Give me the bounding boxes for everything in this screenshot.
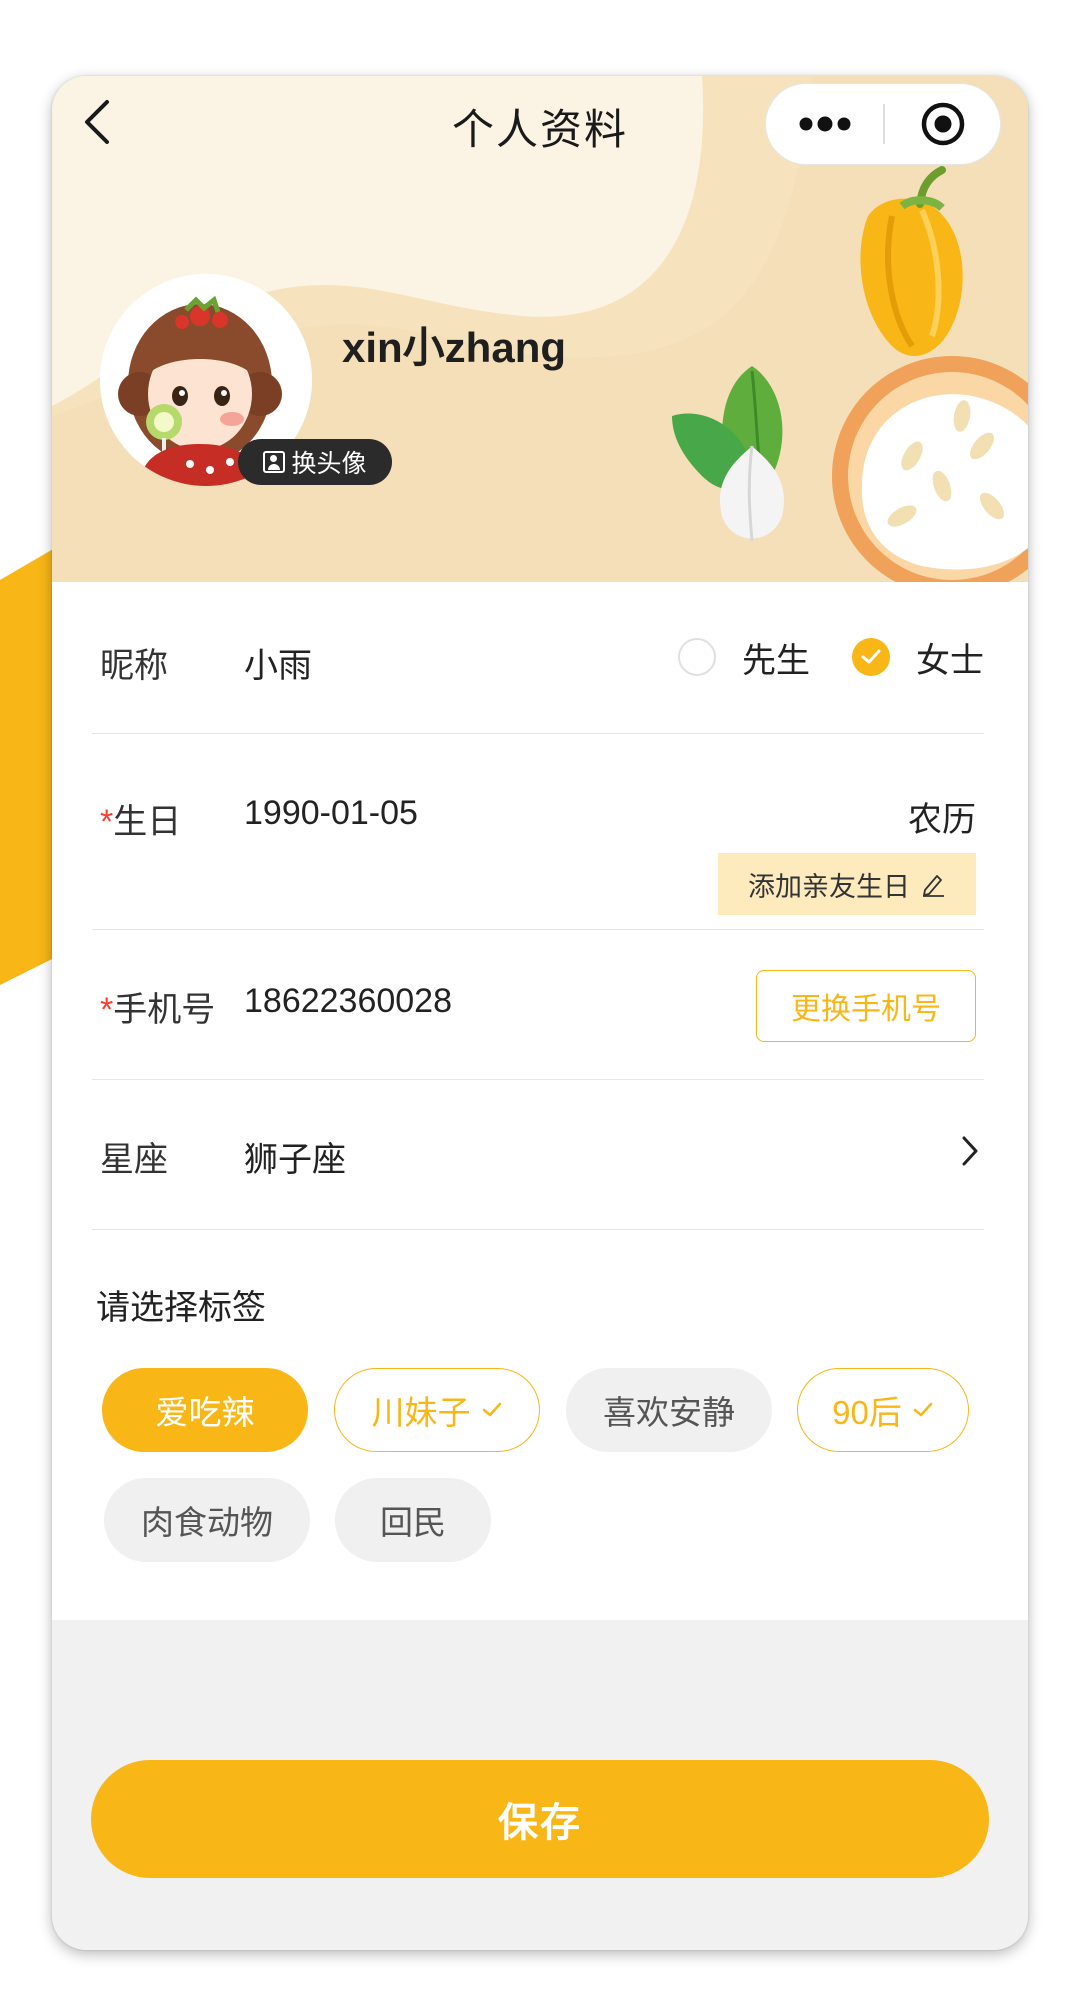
close-capsule-button[interactable] (885, 84, 1000, 164)
gender-radio-mr[interactable] (678, 638, 716, 676)
required-mark: * (100, 991, 114, 1029)
constellation-row[interactable]: 星座 狮子座 (92, 1080, 984, 1230)
gender-radio-ms[interactable] (852, 638, 890, 676)
pencil-icon (923, 875, 944, 897)
screen: 个人资料 xin小zhang 换头像 昵称 小雨 先生 女士 *生日 1990-… (0, 0, 1080, 2007)
more-icon (799, 116, 850, 132)
check-icon (861, 649, 881, 664)
save-button[interactable]: 保存 (91, 1760, 989, 1878)
birthday-row: *生日 1990-01-05 农历 添加亲友生日 (92, 734, 984, 930)
tag-item[interactable]: 喜欢安静 (566, 1368, 772, 1452)
tag-item[interactable]: 川妹子 (334, 1368, 540, 1452)
birthday-input[interactable]: 1990-01-05 (244, 794, 418, 833)
change-phone-button[interactable]: 更换手机号 (756, 970, 976, 1042)
close-capsule-icon (921, 102, 964, 146)
gender-selector: 先生 女士 (678, 632, 984, 682)
tag-item[interactable]: 肉食动物 (104, 1478, 310, 1562)
tag-item[interactable]: 回民 (335, 1478, 491, 1562)
required-mark: * (100, 803, 114, 841)
lunar-calendar-toggle[interactable]: 农历 (908, 792, 976, 841)
birthday-label: *生日 (100, 803, 182, 841)
gender-option-mr[interactable]: 先生 (742, 633, 810, 682)
tags-title: 请选择标签 (96, 1289, 266, 1327)
chevron-right-icon (962, 1136, 978, 1166)
change-avatar-label: 换头像 (291, 450, 367, 478)
tag-item[interactable]: 90后 (797, 1368, 969, 1452)
profile-banner: 个人资料 xin小zhang 换头像 (52, 76, 1028, 582)
phone-row: *手机号 18622360028 更换手机号 (92, 930, 984, 1080)
nickname-row: 昵称 小雨 先生 女士 (92, 582, 984, 734)
phone-label: *手机号 (100, 991, 216, 1029)
more-button[interactable] (766, 84, 883, 164)
tag-item[interactable]: 爱吃辣 (102, 1368, 308, 1452)
constellation-label: 星座 (100, 1141, 168, 1179)
username: xin小zhang (342, 324, 567, 371)
check-icon (913, 1402, 933, 1417)
mini-program-capsule (765, 83, 1001, 165)
profile-form: 昵称 小雨 先生 女士 *生日 1990-01-05 农历 添加亲友生日 *手机… (52, 582, 1028, 1620)
portrait-icon (263, 451, 286, 473)
add-friend-birthday-button[interactable]: 添加亲友生日 (718, 853, 976, 915)
check-icon (482, 1402, 501, 1417)
gender-option-ms[interactable]: 女士 (916, 633, 984, 682)
side-decoration (0, 545, 60, 985)
add-friend-birthday-label: 添加亲友生日 (748, 871, 910, 902)
change-avatar-button[interactable]: 换头像 (238, 439, 392, 485)
constellation-value: 狮子座 (244, 1141, 346, 1179)
phone-number: 18622360028 (244, 982, 453, 1020)
nickname-input[interactable]: 小雨 (244, 638, 312, 687)
phone-frame: 个人资料 xin小zhang 换头像 昵称 小雨 先生 女士 *生日 1990-… (52, 76, 1028, 1950)
nickname-label: 昵称 (100, 647, 168, 685)
